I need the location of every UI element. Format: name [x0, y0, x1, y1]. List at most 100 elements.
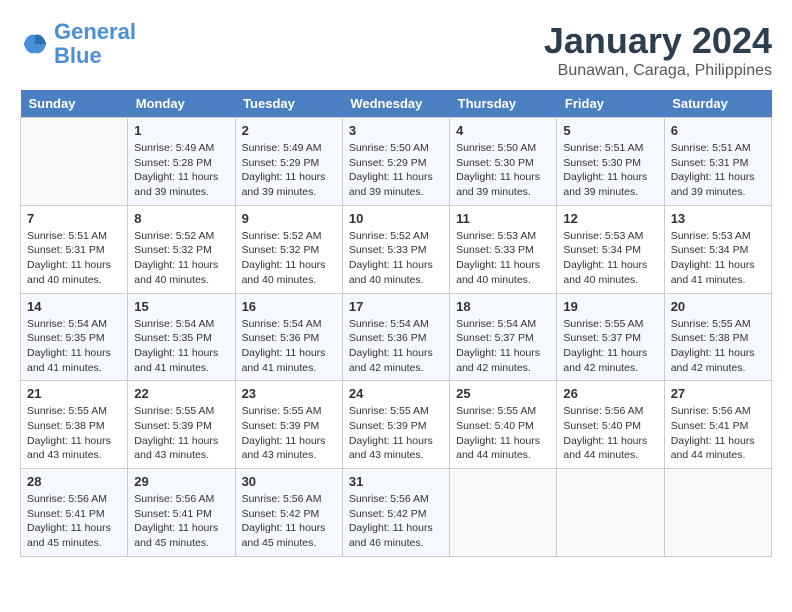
calendar-cell — [557, 469, 664, 557]
day-number: 4 — [456, 123, 550, 138]
logo: General Blue — [20, 20, 136, 68]
day-number: 23 — [242, 386, 336, 401]
location-label: Bunawan, Caraga, Philippines — [544, 62, 772, 80]
header-saturday: Saturday — [664, 90, 771, 118]
day-number: 7 — [27, 211, 121, 226]
calendar-cell: 6Sunrise: 5:51 AM Sunset: 5:31 PM Daylig… — [664, 118, 771, 206]
day-info: Sunrise: 5:55 AM Sunset: 5:39 PM Dayligh… — [242, 404, 336, 463]
day-info: Sunrise: 5:55 AM Sunset: 5:38 PM Dayligh… — [671, 317, 765, 376]
day-info: Sunrise: 5:52 AM Sunset: 5:32 PM Dayligh… — [134, 229, 228, 288]
calendar-week-row: 7 Sunrise: 5:51 AM Sunset: 5:31 PM Daylig… — [21, 205, 772, 293]
month-title: January 2024 — [544, 20, 772, 62]
day-number: 1 — [134, 123, 228, 138]
day-info: Sunrise: 5:51 AM Sunset: 5:31 PM Dayligh… — [27, 229, 121, 288]
day-number: 8 — [134, 211, 228, 226]
day-info: Sunrise: 5:55 AM Sunset: 5:37 PM Dayligh… — [563, 317, 657, 376]
day-info: Sunrise: 5:56 AM Sunset: 5:42 PM Dayligh… — [349, 492, 443, 551]
day-number: 25 — [456, 386, 550, 401]
calendar-week-row: 1 Sunrise: 5:49 AM Sunset: 5:28 PM Daylig… — [21, 118, 772, 206]
day-info: Sunrise: 5:53 AM Sunset: 5:33 PM Dayligh… — [456, 229, 550, 288]
day-info: Sunrise: 5:55 AM Sunset: 5:38 PM Dayligh… — [27, 404, 121, 463]
day-info: Sunrise: 5:56 AM Sunset: 5:41 PM Dayligh… — [671, 404, 765, 463]
calendar-cell — [450, 469, 557, 557]
calendar-cell: 31 Sunrise: 5:56 AM Sunset: 5:42 PM Dayli… — [342, 469, 449, 557]
day-number: 31 — [349, 474, 443, 489]
title-block: January 2024 Bunawan, Caraga, Philippine… — [544, 20, 772, 80]
calendar-cell: 8 Sunrise: 5:52 AM Sunset: 5:32 PM Daylig… — [128, 205, 235, 293]
day-info: Sunrise: 5:49 AM Sunset: 5:28 PM Dayligh… — [134, 141, 228, 200]
calendar-cell: 7 Sunrise: 5:51 AM Sunset: 5:31 PM Daylig… — [21, 205, 128, 293]
day-number: 11 — [456, 211, 550, 226]
day-info: Sunrise: 5:54 AM Sunset: 5:37 PM Dayligh… — [456, 317, 550, 376]
calendar-table: SundayMondayTuesdayWednesdayThursdayFrid… — [20, 90, 772, 557]
calendar-cell: 29Sunrise: 5:56 AM Sunset: 5:41 PM Dayli… — [128, 469, 235, 557]
day-number: 15 — [134, 299, 228, 314]
day-number: 20 — [671, 299, 765, 314]
header-sunday: Sunday — [21, 90, 128, 118]
logo-icon — [20, 29, 50, 59]
calendar-cell: 25 Sunrise: 5:55 AM Sunset: 5:40 PM Dayli… — [450, 381, 557, 469]
day-number: 3 — [349, 123, 443, 138]
day-info: Sunrise: 5:53 AM Sunset: 5:34 PM Dayligh… — [563, 229, 657, 288]
calendar-cell: 26Sunrise: 5:56 AM Sunset: 5:40 PM Dayli… — [557, 381, 664, 469]
calendar-cell: 20 Sunrise: 5:55 AM Sunset: 5:38 PM Dayli… — [664, 293, 771, 381]
day-number: 22 — [134, 386, 228, 401]
day-number: 6 — [671, 123, 765, 138]
day-number: 21 — [27, 386, 121, 401]
header-monday: Monday — [128, 90, 235, 118]
day-number: 30 — [242, 474, 336, 489]
day-info: Sunrise: 5:53 AM Sunset: 5:34 PM Dayligh… — [671, 229, 765, 288]
day-info: Sunrise: 5:50 AM Sunset: 5:29 PM Dayligh… — [349, 141, 443, 200]
day-number: 24 — [349, 386, 443, 401]
day-number: 18 — [456, 299, 550, 314]
calendar-cell: 21 Sunrise: 5:55 AM Sunset: 5:38 PM Dayli… — [21, 381, 128, 469]
day-info: Sunrise: 5:52 AM Sunset: 5:32 PM Dayligh… — [242, 229, 336, 288]
calendar-cell: 9Sunrise: 5:52 AM Sunset: 5:32 PM Daylig… — [235, 205, 342, 293]
header-friday: Friday — [557, 90, 664, 118]
calendar-week-row: 14 Sunrise: 5:54 AM Sunset: 5:35 PM Dayli… — [21, 293, 772, 381]
day-number: 16 — [242, 299, 336, 314]
day-info: Sunrise: 5:50 AM Sunset: 5:30 PM Dayligh… — [456, 141, 550, 200]
calendar-cell: 1 Sunrise: 5:49 AM Sunset: 5:28 PM Daylig… — [128, 118, 235, 206]
calendar-cell: 18 Sunrise: 5:54 AM Sunset: 5:37 PM Dayli… — [450, 293, 557, 381]
calendar-cell: 22 Sunrise: 5:55 AM Sunset: 5:39 PM Dayli… — [128, 381, 235, 469]
day-number: 28 — [27, 474, 121, 489]
calendar-cell: 12 Sunrise: 5:53 AM Sunset: 5:34 PM Dayli… — [557, 205, 664, 293]
calendar-cell: 23 Sunrise: 5:55 AM Sunset: 5:39 PM Dayli… — [235, 381, 342, 469]
calendar-cell: 5Sunrise: 5:51 AM Sunset: 5:30 PM Daylig… — [557, 118, 664, 206]
day-info: Sunrise: 5:51 AM Sunset: 5:30 PM Dayligh… — [563, 141, 657, 200]
day-number: 14 — [27, 299, 121, 314]
calendar-week-row: 21 Sunrise: 5:55 AM Sunset: 5:38 PM Dayli… — [21, 381, 772, 469]
day-info: Sunrise: 5:56 AM Sunset: 5:41 PM Dayligh… — [27, 492, 121, 551]
day-info: Sunrise: 5:56 AM Sunset: 5:41 PM Dayligh… — [134, 492, 228, 551]
calendar-cell: 17Sunrise: 5:54 AM Sunset: 5:36 PM Dayli… — [342, 293, 449, 381]
day-info: Sunrise: 5:54 AM Sunset: 5:35 PM Dayligh… — [27, 317, 121, 376]
header-wednesday: Wednesday — [342, 90, 449, 118]
day-number: 10 — [349, 211, 443, 226]
day-number: 26 — [563, 386, 657, 401]
day-number: 12 — [563, 211, 657, 226]
logo-name: General Blue — [54, 20, 136, 68]
calendar-cell: 15Sunrise: 5:54 AM Sunset: 5:35 PM Dayli… — [128, 293, 235, 381]
day-info: Sunrise: 5:49 AM Sunset: 5:29 PM Dayligh… — [242, 141, 336, 200]
calendar-cell: 4 Sunrise: 5:50 AM Sunset: 5:30 PM Daylig… — [450, 118, 557, 206]
calendar-cell: 2Sunrise: 5:49 AM Sunset: 5:29 PM Daylig… — [235, 118, 342, 206]
header-thursday: Thursday — [450, 90, 557, 118]
page-header: General Blue January 2024 Bunawan, Carag… — [20, 20, 772, 80]
calendar-cell: 13 Sunrise: 5:53 AM Sunset: 5:34 PM Dayli… — [664, 205, 771, 293]
calendar-cell: 30Sunrise: 5:56 AM Sunset: 5:42 PM Dayli… — [235, 469, 342, 557]
day-info: Sunrise: 5:55 AM Sunset: 5:40 PM Dayligh… — [456, 404, 550, 463]
calendar-week-row: 28 Sunrise: 5:56 AM Sunset: 5:41 PM Dayli… — [21, 469, 772, 557]
day-number: 13 — [671, 211, 765, 226]
calendar-cell — [664, 469, 771, 557]
calendar-cell: 3 Sunrise: 5:50 AM Sunset: 5:29 PM Daylig… — [342, 118, 449, 206]
calendar-cell — [21, 118, 128, 206]
day-info: Sunrise: 5:55 AM Sunset: 5:39 PM Dayligh… — [349, 404, 443, 463]
day-info: Sunrise: 5:54 AM Sunset: 5:36 PM Dayligh… — [242, 317, 336, 376]
day-info: Sunrise: 5:52 AM Sunset: 5:33 PM Dayligh… — [349, 229, 443, 288]
day-number: 27 — [671, 386, 765, 401]
calendar-cell: 10 Sunrise: 5:52 AM Sunset: 5:33 PM Dayli… — [342, 205, 449, 293]
day-info: Sunrise: 5:55 AM Sunset: 5:39 PM Dayligh… — [134, 404, 228, 463]
calendar-cell: 19Sunrise: 5:55 AM Sunset: 5:37 PM Dayli… — [557, 293, 664, 381]
calendar-cell: 14 Sunrise: 5:54 AM Sunset: 5:35 PM Dayli… — [21, 293, 128, 381]
